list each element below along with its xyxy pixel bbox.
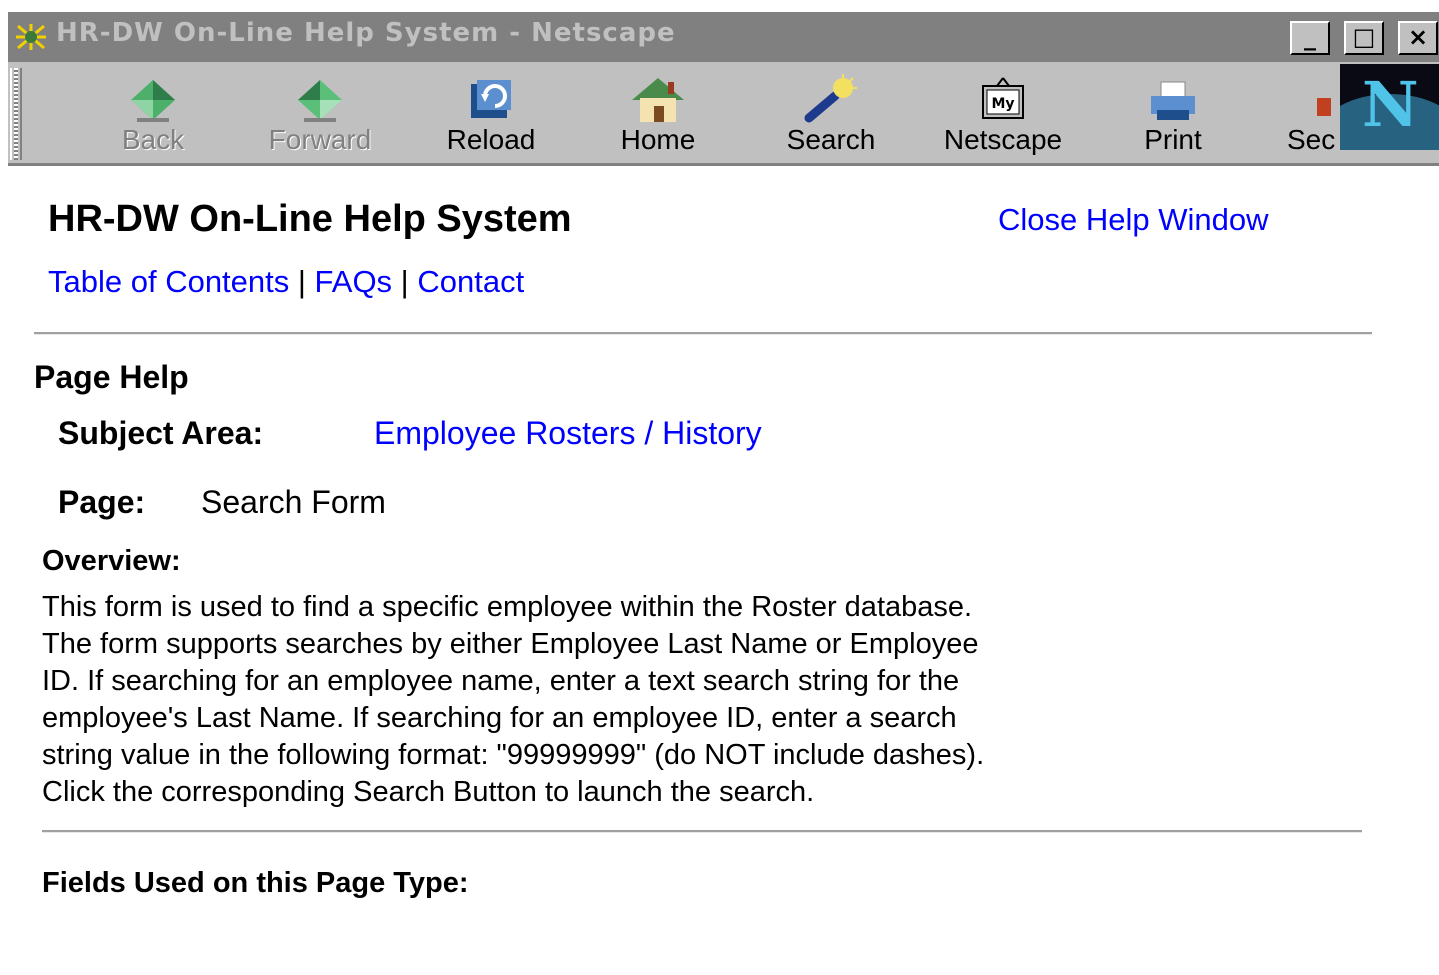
back-arrow-icon: [131, 80, 175, 122]
toolbar-grip-handle[interactable]: [10, 68, 22, 160]
svg-text:My: My: [991, 96, 1014, 112]
fields-used-heading: Fields Used on this Page Type:: [42, 867, 469, 899]
close-help-window-link[interactable]: Close Help Window: [998, 202, 1269, 238]
overview-heading: Overview:: [42, 545, 181, 577]
maximize-icon: □: [1352, 23, 1376, 51]
table-of-contents-link[interactable]: Table of Contents: [48, 264, 289, 299]
home-button[interactable]: Home: [603, 62, 713, 162]
back-button[interactable]: Back: [98, 62, 208, 162]
maximize-button[interactable]: □: [1344, 21, 1384, 55]
overview-line: ID. If searching for an employee name, e…: [42, 665, 960, 697]
top-strip: [0, 0, 1439, 12]
home-icon: [632, 78, 684, 122]
overview-line: string value in the following format: "9…: [42, 739, 985, 771]
forward-arrow-icon: [298, 80, 342, 122]
security-lock-icon: [1317, 98, 1331, 116]
search-label: Search: [786, 124, 876, 155]
close-icon: ×: [1407, 23, 1429, 51]
print-label: Print: [1144, 124, 1202, 155]
help-nav-links: Table of Contents | FAQs | Contact: [48, 264, 524, 300]
security-label: Sec: [1287, 124, 1336, 155]
overview-line: The form supports searches by either Emp…: [42, 628, 979, 660]
nav-separator: |: [392, 264, 418, 299]
faqs-link[interactable]: FAQs: [315, 264, 393, 299]
nav-separator: |: [289, 264, 315, 299]
close-window-button[interactable]: ×: [1398, 21, 1438, 55]
my-netscape-button[interactable]: My Netscape: [923, 62, 1083, 162]
page-label: Page:: [58, 484, 146, 520]
netscape-label: Netscape: [943, 124, 1063, 155]
subject-area-link[interactable]: Employee Rosters / History: [374, 415, 762, 452]
reload-icon: [471, 80, 511, 118]
print-button[interactable]: Print: [1123, 62, 1223, 162]
reload-button[interactable]: Reload: [428, 62, 554, 162]
reload-label: Reload: [446, 124, 536, 155]
printer-icon: [1151, 81, 1195, 120]
window-title-bar[interactable]: HR-DW On-Line Help System - Netscape _ □…: [8, 12, 1439, 62]
page-value: Search Form: [201, 484, 386, 520]
subject-area-label: Subject Area:: [58, 415, 264, 451]
help-page-content: HR-DW On-Line Help System Close Help Win…: [0, 166, 1439, 975]
overview-paragraph: This form is used to find a specific emp…: [42, 589, 1372, 811]
overview-line: This form is used to find a specific emp…: [42, 591, 973, 623]
page-help-heading: Page Help: [34, 359, 189, 395]
contact-link[interactable]: Contact: [417, 264, 524, 299]
security-button[interactable]: Sec: [1276, 62, 1346, 162]
overview-line: Click the corresponding Search Button to…: [42, 776, 815, 808]
minimize-icon: _: [1304, 23, 1316, 51]
back-label: Back: [121, 124, 185, 155]
window-title: HR-DW On-Line Help System - Netscape: [56, 18, 676, 48]
page-title: HR-DW On-Line Help System: [48, 198, 572, 240]
navigation-toolbar: Back Forward Reload Home Search My Netsc…: [8, 62, 1439, 166]
search-flashlight-icon: [804, 74, 857, 123]
forward-button[interactable]: Forward: [260, 62, 380, 162]
netscape-n-logo-icon: N: [1362, 68, 1419, 141]
divider: [42, 830, 1362, 833]
forward-label: Forward: [268, 124, 372, 155]
divider: [34, 332, 1372, 335]
netscape-app-icon[interactable]: [14, 22, 48, 52]
my-netscape-icon: My: [982, 77, 1024, 119]
netscape-throbber-logo[interactable]: N: [1340, 64, 1439, 150]
search-button[interactable]: Search: [766, 62, 896, 162]
home-label: Home: [620, 124, 696, 155]
minimize-button[interactable]: _: [1290, 21, 1330, 55]
overview-line: employee's Last Name. If searching for a…: [42, 702, 957, 734]
